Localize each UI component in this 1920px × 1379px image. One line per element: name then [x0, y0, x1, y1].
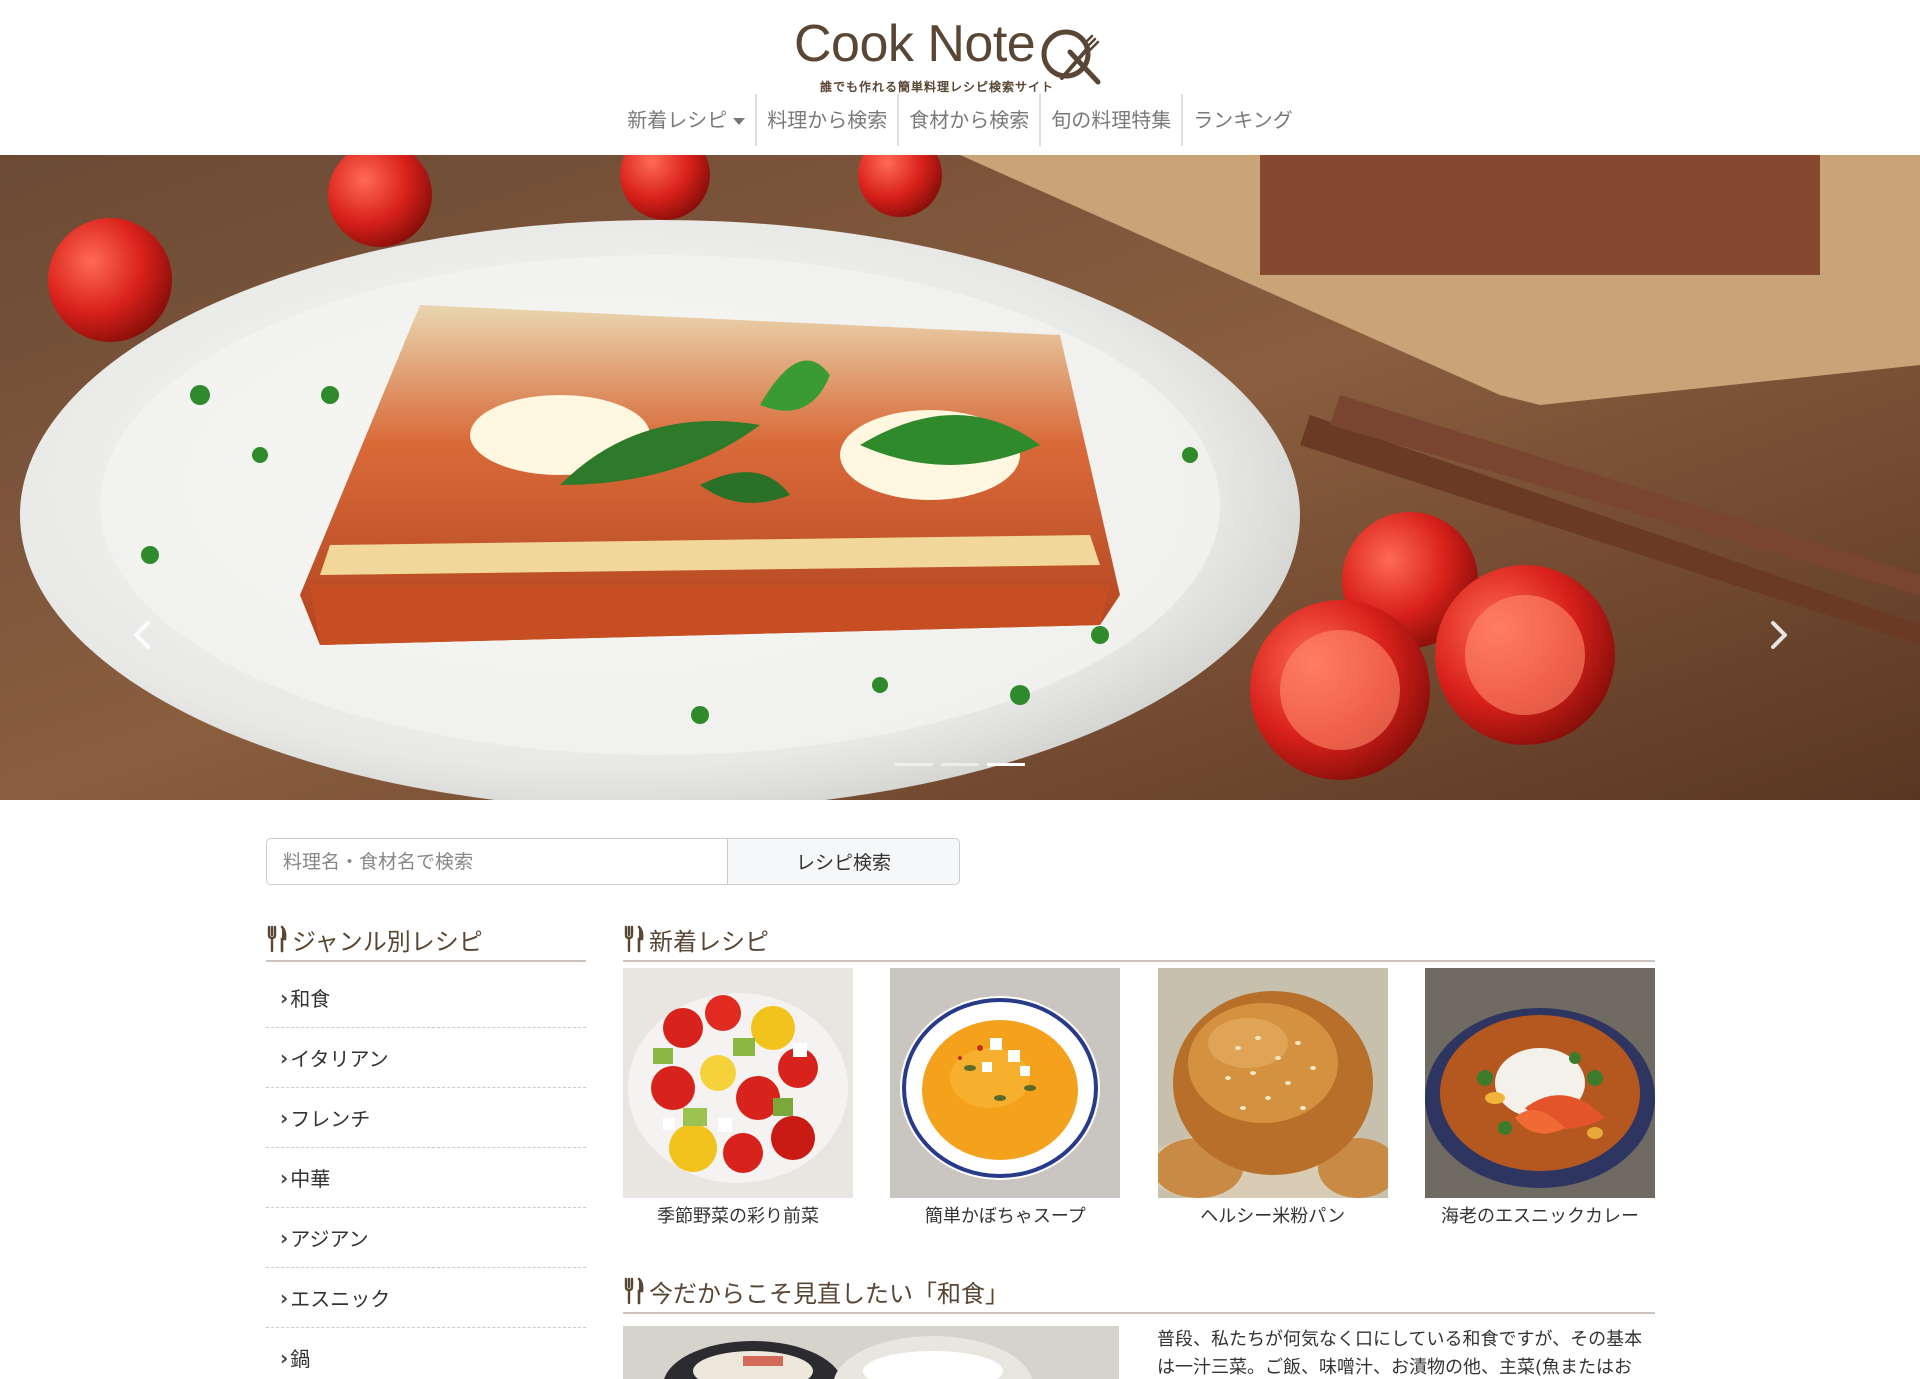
new-recipes-heading: 新着レシピ: [623, 918, 1655, 962]
genre-section-title: ジャンル別レシピ: [292, 927, 483, 956]
recipe-card[interactable]: 海老のエスニックカレー: [1424, 968, 1655, 1228]
nav-new-recipes[interactable]: 新着レシピ: [617, 94, 755, 146]
chevron-right-icon: ›: [280, 1225, 289, 1250]
fork-knife-icon: [624, 1277, 644, 1305]
fork-knife-icon: [624, 925, 644, 953]
search-input[interactable]: [266, 838, 728, 885]
recipe-image-salad: [623, 968, 853, 1198]
genre-item-french[interactable]: › フレンチ: [266, 1088, 586, 1148]
genre-item-label: 鍋: [290, 1347, 311, 1371]
chevron-left-icon: [134, 621, 150, 649]
recipe-search-form: レシピ検索: [266, 838, 960, 885]
washoku-heading: 今だからこそ見直したい「和食」: [623, 1270, 1655, 1314]
hero-carousel: [0, 155, 1920, 800]
genre-item-asian[interactable]: › アジアン: [266, 1208, 586, 1268]
genre-item-label: エスニック: [290, 1287, 391, 1311]
genre-item-label: イタリアン: [290, 1047, 389, 1071]
nav-label: 食材から検索: [909, 108, 1030, 132]
nav-label: 新着レシピ: [627, 108, 728, 132]
nav-label: 料理から検索: [767, 108, 888, 132]
chevron-right-icon: ›: [280, 1285, 289, 1310]
nav-ranking[interactable]: ランキング: [1181, 94, 1302, 146]
recipe-caption: 季節野菜の彩り前菜: [657, 1206, 819, 1227]
recipe-image-rice-flour-bread: [1157, 968, 1388, 1198]
washoku-title: 今だからこそ見直したい「和食」: [649, 1279, 1009, 1308]
carousel-indicator-2[interactable]: [941, 763, 979, 766]
recipe-card[interactable]: ヘルシー米粉パン: [1157, 968, 1388, 1228]
carousel-indicator-1[interactable]: [895, 763, 933, 766]
genre-item-italian[interactable]: › イタリアン: [266, 1028, 586, 1088]
genre-item-nabe[interactable]: › 鍋: [266, 1328, 586, 1379]
plate-fork-icon: [1041, 29, 1101, 85]
genre-item-label: 和食: [290, 987, 331, 1011]
recipe-card[interactable]: 季節野菜の彩り前菜: [623, 968, 853, 1228]
nav-search-by-dish[interactable]: 料理から検索: [755, 94, 897, 146]
genre-item-washoku[interactable]: › 和食: [266, 968, 586, 1028]
recipe-caption: 海老のエスニックカレー: [1440, 1206, 1639, 1227]
chevron-right-icon: ›: [280, 1345, 289, 1370]
recipe-image-pumpkin-soup: [890, 968, 1121, 1198]
recipe-search-button[interactable]: レシピ検索: [728, 838, 960, 885]
recipe-caption: 簡単かぼちゃスープ: [924, 1206, 1086, 1227]
carousel-prev-button[interactable]: [128, 615, 158, 655]
nav-search-by-ingredient[interactable]: 食材から検索: [897, 94, 1039, 146]
chevron-right-icon: ›: [280, 1045, 289, 1070]
site-tagline: 誰でも作れる簡単料理レシピ検索サイト: [820, 80, 1055, 94]
new-recipes-title: 新着レシピ: [649, 927, 769, 956]
nav-seasonal-feature[interactable]: 旬の料理特集: [1039, 94, 1181, 146]
nav-label: 旬の料理特集: [1051, 108, 1172, 132]
washoku-image[interactable]: [623, 1326, 1119, 1379]
caret-down-icon: [733, 118, 746, 125]
carousel-indicator-3[interactable]: [987, 763, 1025, 766]
logo-text: Cook Note: [794, 15, 1036, 73]
washoku-description: 普段、私たちが何気なく口にしている和食ですが、その基本は一汁三菜。ご飯、味噌汁、…: [1157, 1329, 1643, 1378]
genre-list: › 和食 › イタリアン › フレンチ › 中華 › アジアン › エスニック › 鍋: [266, 968, 586, 1379]
main-nav: 新着レシピ 料理から検索 食材から検索 旬の料理特集 ランキング: [0, 94, 1920, 146]
genre-item-label: フレンチ: [290, 1107, 371, 1131]
genre-item-ethnic[interactable]: › エスニック: [266, 1268, 586, 1328]
chevron-right-icon: ›: [280, 1105, 289, 1130]
site-header: Cook Note 誰でも作れる簡単料理レシピ検索サイト 新着レシピ 料理から検…: [0, 0, 1920, 155]
recipe-card[interactable]: 簡単かぼちゃスープ: [890, 968, 1121, 1228]
nav-label: ランキング: [1193, 108, 1293, 132]
recipe-caption: ヘルシー米粉パン: [1200, 1206, 1346, 1227]
genre-item-label: アジアン: [290, 1227, 369, 1251]
chevron-right-icon: ›: [280, 1165, 289, 1190]
genre-item-chinese[interactable]: › 中華: [266, 1148, 586, 1208]
carousel-next-button[interactable]: [1763, 615, 1793, 655]
chevron-right-icon: ›: [280, 985, 289, 1010]
site-logo[interactable]: Cook Note 誰でも作れる簡単料理レシピ検索サイト: [794, 12, 1114, 94]
hero-lasagna-image: [0, 155, 1920, 800]
genre-item-label: 中華: [290, 1167, 331, 1191]
chevron-right-icon: [1771, 621, 1787, 649]
fork-knife-icon: [267, 925, 287, 953]
genre-section-heading: ジャンル別レシピ: [266, 918, 586, 962]
recipe-image-shrimp-curry: [1424, 968, 1655, 1198]
new-recipes-grid: 季節野菜の彩り前菜 簡単かぼちゃスープ ヘルシー米粉パン 海老のエスニックカレー: [623, 968, 1655, 1228]
carousel-indicators: [895, 763, 1025, 766]
